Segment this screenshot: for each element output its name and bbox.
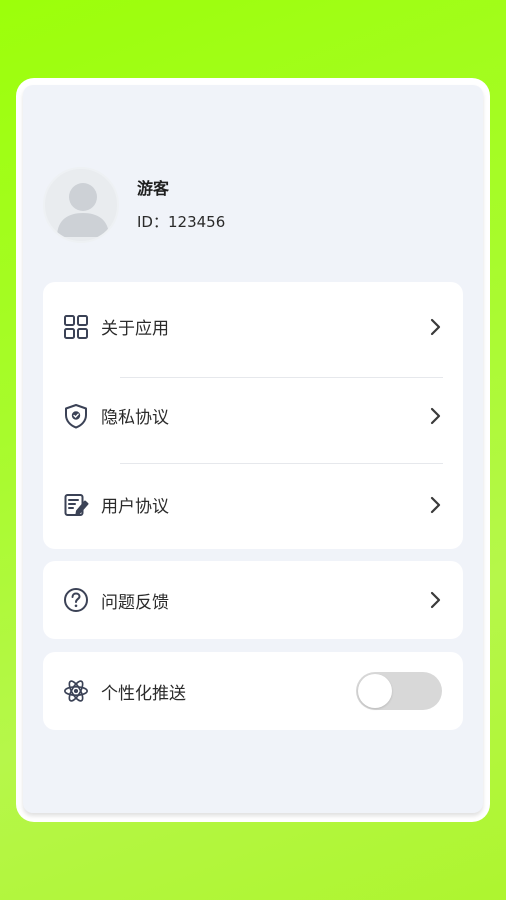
user-id-label: ID： xyxy=(137,213,168,231)
menu-item-about-label: 关于应用 xyxy=(101,319,169,339)
menu-item-about[interactable]: 关于应用 xyxy=(43,282,463,371)
chevron-right-icon xyxy=(430,407,441,424)
settings-card: 游客 ID：123456 关于应用 隐私协议 用户协议 问题反馈 个性化推送 xyxy=(23,85,483,813)
user-avatar-icon xyxy=(57,183,109,237)
menu-group-info: 关于应用 隐私协议 用户协议 xyxy=(43,282,463,549)
chevron-right-icon xyxy=(430,318,441,335)
menu-group-push: 个性化推送 xyxy=(43,652,463,730)
atom-icon xyxy=(63,678,89,704)
menu-item-privacy[interactable]: 隐私协议 xyxy=(43,371,463,460)
document-edit-icon xyxy=(63,492,89,518)
chevron-right-icon xyxy=(430,591,441,609)
menu-item-privacy-label: 隐私协议 xyxy=(101,408,169,428)
menu-item-personalized-push-label: 个性化推送 xyxy=(101,683,186,704)
menu-item-feedback[interactable]: 问题反馈 xyxy=(43,561,463,639)
question-circle-icon xyxy=(63,587,89,613)
shield-check-icon xyxy=(63,403,89,429)
user-id-value: 123456 xyxy=(167,213,226,231)
personalized-push-toggle[interactable] xyxy=(356,672,442,710)
user-name: 游客 xyxy=(137,179,170,198)
toggle-knob[interactable] xyxy=(358,674,392,708)
user-id: ID：123456 xyxy=(137,211,225,233)
user-info: 游客 ID：123456 xyxy=(137,177,225,233)
menu-group-feedback: 问题反馈 xyxy=(43,561,463,639)
chevron-right-icon xyxy=(430,496,441,513)
grid-apps-icon xyxy=(63,314,89,340)
menu-item-feedback-label: 问题反馈 xyxy=(101,592,169,613)
menu-item-user-agreement[interactable]: 用户协议 xyxy=(43,460,463,549)
avatar[interactable] xyxy=(43,167,119,243)
profile-header: 游客 ID：123456 xyxy=(43,165,225,245)
menu-item-personalized-push: 个性化推送 xyxy=(43,652,463,730)
menu-item-user-agreement-label: 用户协议 xyxy=(101,497,169,517)
